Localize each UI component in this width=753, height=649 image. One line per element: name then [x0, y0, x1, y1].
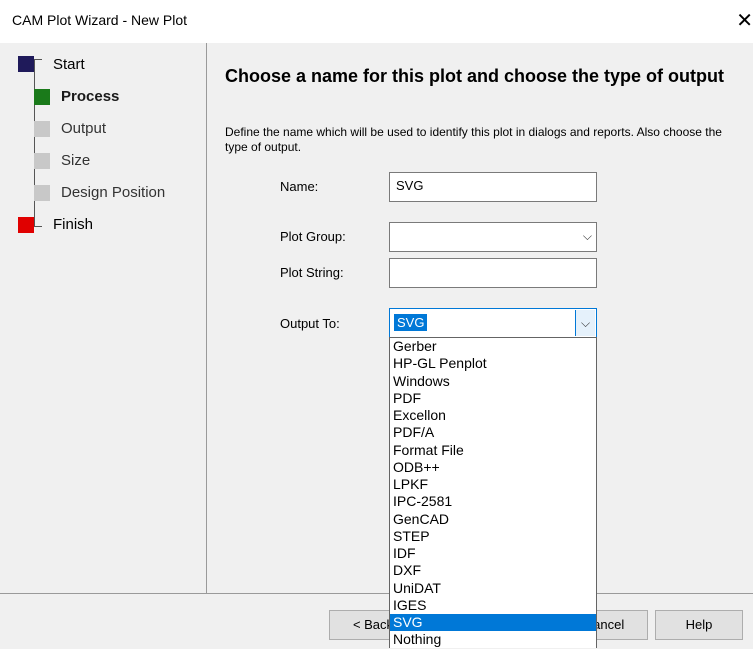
output-option-pdf[interactable]: PDF: [390, 390, 596, 407]
output-to-dropdown-list[interactable]: Gerber HP-GL Penplot Windows PDF Excellon PDF…: [389, 337, 597, 648]
page-heading: Choose a name for this plot and choose t…: [225, 66, 725, 86]
output-option-gencad[interactable]: GenCAD: [390, 511, 596, 528]
step-finish-marker: [18, 217, 34, 233]
page-description: Define the name which will be used to id…: [225, 125, 722, 154]
name-input[interactable]: SVG: [389, 172, 597, 202]
name-label: Name:: [280, 179, 319, 194]
chevron-down-icon[interactable]: ⌵: [583, 229, 592, 244]
button-bar: < Back Cancel Help: [0, 593, 753, 649]
step-connector-tick-finish: [34, 226, 42, 227]
window-title: CAM Plot Wizard - New Plot: [12, 12, 188, 28]
output-to-label: Output To:: [280, 316, 340, 331]
output-option-nothing[interactable]: Nothing: [390, 631, 596, 648]
chevron-down-icon[interactable]: ⌵: [575, 310, 595, 336]
close-icon[interactable]: ✕: [731, 8, 753, 33]
title-bar: CAM Plot Wizard - New Plot ✕: [0, 0, 753, 43]
step-connector-line: [34, 59, 35, 227]
output-option-step[interactable]: STEP: [390, 528, 596, 545]
output-option-iges[interactable]: IGES: [390, 597, 596, 614]
output-option-hp-gl-penplot[interactable]: HP-GL Penplot: [390, 355, 596, 372]
output-option-gerber[interactable]: Gerber: [390, 338, 596, 355]
output-option-lpkf[interactable]: LPKF: [390, 476, 596, 493]
wizard-steps-panel: Start Process Output Size Design Positio…: [0, 43, 207, 593]
plot-group-combo[interactable]: ⌵: [389, 222, 597, 252]
step-start-marker: [18, 56, 34, 72]
output-to-combo[interactable]: SVG ⌵: [389, 308, 597, 338]
output-to-value: SVG: [394, 314, 428, 331]
step-size-label: Size: [61, 152, 91, 169]
step-design-position-marker: [34, 185, 50, 201]
output-option-odb-[interactable]: ODB++: [390, 459, 596, 476]
help-button[interactable]: Help: [655, 610, 743, 640]
plot-string-label: Plot String:: [280, 265, 344, 280]
output-option-unidat[interactable]: UniDAT: [390, 580, 596, 597]
output-option-windows[interactable]: Windows: [390, 373, 596, 390]
step-connector-tick-start: [34, 59, 42, 60]
output-option-format-file[interactable]: Format File: [390, 442, 596, 459]
output-option-dxf[interactable]: DXF: [390, 562, 596, 579]
plot-group-label: Plot Group:: [280, 229, 346, 244]
step-finish-label: Finish: [53, 216, 94, 233]
step-output-marker: [34, 121, 50, 137]
step-start-label: Start: [53, 56, 85, 73]
step-size-marker: [34, 153, 50, 169]
plot-string-input[interactable]: [389, 258, 597, 288]
output-option-ipc-2581[interactable]: IPC-2581: [390, 493, 596, 510]
output-option-excellon[interactable]: Excellon: [390, 407, 596, 424]
step-output-label: Output: [61, 120, 107, 137]
output-option-idf[interactable]: IDF: [390, 545, 596, 562]
step-process-marker: [34, 89, 50, 105]
step-design-position-label: Design Position: [61, 184, 166, 201]
output-option-pdf-a[interactable]: PDF/A: [390, 424, 596, 441]
step-process-label: Process: [61, 88, 120, 105]
output-option-svg[interactable]: SVG: [390, 614, 596, 632]
